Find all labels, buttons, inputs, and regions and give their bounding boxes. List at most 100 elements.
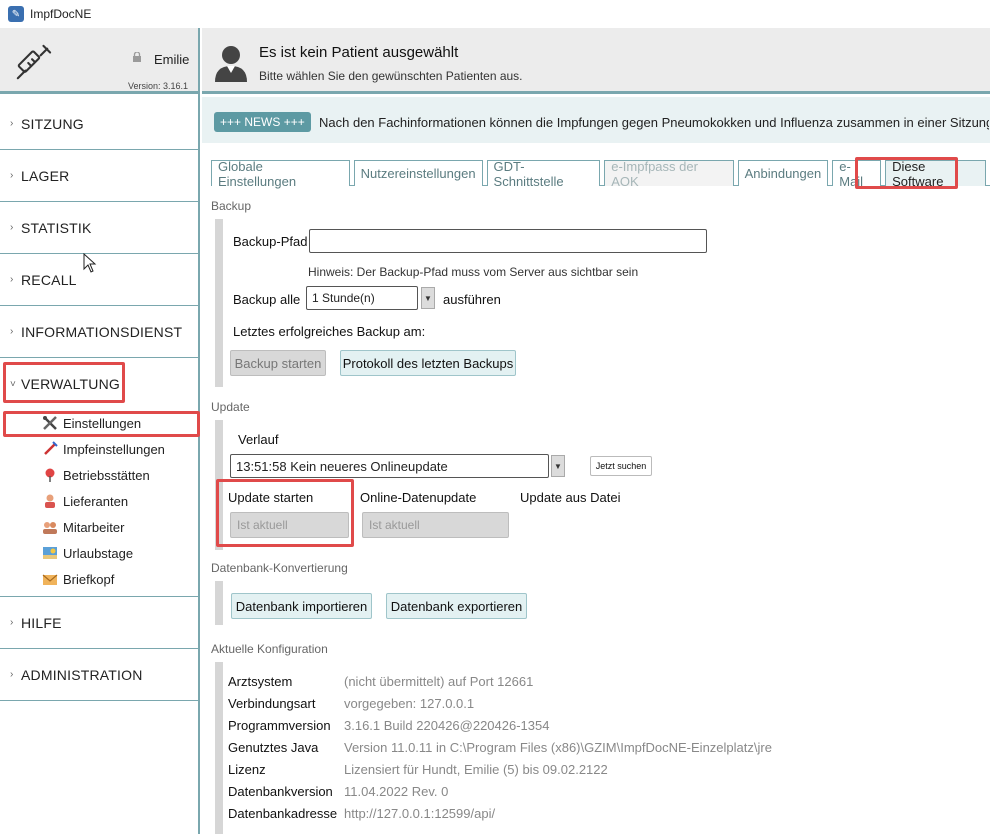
online-update-label: Online-Datenupdate <box>360 490 477 505</box>
chevron-right-icon: › <box>10 118 14 129</box>
config-label: Programmversion <box>228 718 331 733</box>
settings-tabs: Globale Einstellungen Nutzereinstellunge… <box>211 159 990 189</box>
chevron-right-icon: › <box>10 326 14 337</box>
subitem-mitarbeiter-label: Mitarbeiter <box>63 519 125 535</box>
news-text: Nach den Fachinformationen können die Im… <box>319 115 989 130</box>
config-label: Arztsystem <box>228 674 293 689</box>
backup-interval-dropdown-icon[interactable]: ▼ <box>421 287 435 309</box>
tab-gdt-schnittstelle[interactable]: GDT-Schnittstelle <box>486 159 601 189</box>
config-label: Datenbankversion <box>228 784 333 799</box>
chevron-right-icon: › <box>10 222 14 233</box>
backup-last-label: Letztes erfolgreiches Backup am: <box>233 324 426 339</box>
nav-hilfe[interactable]: › HILFE <box>0 597 198 649</box>
user-box: Emilie Version: 3.16.1 <box>0 28 198 94</box>
chevron-right-icon: › <box>10 617 14 628</box>
backup-interval-suffix: ausführen <box>443 292 501 307</box>
backup-hint: Hinweis: Der Backup-Pfad muss vom Server… <box>308 265 639 279</box>
update-section-title: Update <box>211 400 250 414</box>
nav-administration-label: ADMINISTRATION <box>21 666 143 683</box>
letter-icon <box>42 574 58 585</box>
map-pin-icon <box>45 468 55 482</box>
backup-interval-select[interactable]: 1 Stunde(n) <box>306 286 418 310</box>
mouse-cursor-icon <box>83 253 97 273</box>
nav-hilfe-label: HILFE <box>21 614 62 631</box>
patient-subtitle: Bitte wählen Sie den gewünschten Patient… <box>259 69 523 83</box>
backup-interval-label: Backup alle <box>233 292 301 307</box>
nav-informationsdienst-label: INFORMATIONSDIENST <box>21 323 183 340</box>
subitem-briefkopf[interactable]: Briefkopf <box>0 566 198 592</box>
syringe-logo-icon <box>16 44 52 80</box>
user-avatar-icon <box>215 46 247 82</box>
online-update-button[interactable]: Ist aktuell <box>362 512 509 538</box>
news-badge[interactable]: +++ NEWS +++ <box>214 112 311 132</box>
subitem-lieferanten[interactable]: Lieferanten <box>0 488 198 514</box>
subitem-impfeinstellungen-label: Impfeinstellungen <box>63 441 165 457</box>
chevron-down-icon: ˅ <box>10 378 17 390</box>
app-icon: ✎ <box>8 6 24 22</box>
subitem-betriebsstaetten-label: Betriebsstätten <box>63 467 150 483</box>
tab-globale-einstellungen[interactable]: Globale Einstellungen <box>211 159 350 189</box>
staff-icon <box>43 522 57 534</box>
nav-verwaltung-label: VERWALTUNG <box>21 376 120 392</box>
backup-section-title: Backup <box>211 199 252 213</box>
supplier-icon <box>45 494 55 508</box>
config-value: Lizensiert für Hundt, Emilie (5) bis 09.… <box>344 762 608 777</box>
config-section-title: Aktuelle Konfiguration <box>211 642 328 656</box>
chevron-right-icon: › <box>10 170 14 181</box>
subitem-mitarbeiter[interactable]: Mitarbeiter <box>0 514 198 540</box>
tab-nutzereinstellungen[interactable]: Nutzereinstellungen <box>353 160 483 186</box>
nav-lager[interactable]: › LAGER <box>0 150 198 202</box>
nav-recall[interactable]: › RECALL <box>0 254 198 306</box>
tab-diese-software[interactable]: Diese Software <box>885 159 986 189</box>
nav-informationsdienst[interactable]: › INFORMATIONSDIENST <box>0 306 198 358</box>
lock-icon <box>133 52 141 62</box>
nav-administration[interactable]: › ADMINISTRATION <box>0 649 198 701</box>
left-panel: Emilie Version: 3.16.1 › SITZUNG › LAGER… <box>0 28 200 834</box>
chevron-right-icon: › <box>10 274 14 285</box>
config-value: 11.04.2022 Rev. 0 <box>344 784 449 799</box>
update-start-button[interactable]: Ist aktuell <box>230 512 349 538</box>
config-label: Lizenz <box>228 762 266 777</box>
backup-path-input[interactable] <box>309 229 707 253</box>
config-value: (nicht übermittelt) auf Port 12661 <box>344 674 534 689</box>
patient-header: Es ist kein Patient ausgewählt Bitte wäh… <box>202 28 990 94</box>
nav-sitzung-label: SITZUNG <box>21 115 84 132</box>
version-label: Version: 3.16.1 <box>127 81 188 91</box>
tab-anbindungen[interactable]: Anbindungen <box>737 160 829 186</box>
patient-title: Es ist kein Patient ausgewählt <box>259 44 459 61</box>
nav-verwaltung[interactable]: ˅ VERWALTUNG <box>0 358 198 410</box>
nav-statistik[interactable]: › STATISTIK <box>0 202 198 254</box>
update-history-label: Verlauf <box>238 432 279 447</box>
tab-e-mail[interactable]: e-Mail <box>832 159 882 189</box>
window-title: ImpfDocNE <box>30 7 92 21</box>
backup-path-label: Backup-Pfad <box>233 234 308 249</box>
update-start-label: Update starten <box>228 490 314 505</box>
news-bar: +++ NEWS +++ Nach den Fachinformationen … <box>202 97 990 143</box>
backup-protocol-button[interactable]: Protokoll des letzten Backups <box>340 350 516 376</box>
database-import-button[interactable]: Datenbank importieren <box>231 593 372 619</box>
database-section-title: Datenbank-Konvertierung <box>211 561 348 575</box>
update-history-dropdown-icon[interactable]: ▼ <box>551 455 565 477</box>
config-label: Datenbankadresse <box>228 806 338 821</box>
check-now-button[interactable]: Jetzt suchen <box>590 456 652 476</box>
subitem-impfeinstellungen[interactable]: Impfeinstellungen <box>0 436 198 462</box>
chevron-right-icon: › <box>10 669 14 680</box>
config-value: 3.16.1 Build 220426@220426-1354 <box>344 718 550 733</box>
config-label: Verbindungsart <box>228 696 316 711</box>
update-history-select[interactable]: 13:51:58 Kein neueres Onlineupdate <box>230 454 549 478</box>
config-value: http://127.0.0.1:12599/api/ <box>344 806 496 821</box>
backup-start-button[interactable]: Backup starten <box>230 350 326 376</box>
config-value: vorgegeben: 127.0.0.1 <box>344 696 475 711</box>
database-export-button[interactable]: Datenbank exportieren <box>386 593 527 619</box>
tab-e-impfpass[interactable]: e-Impfpass der AOK <box>604 159 734 189</box>
subitem-einstellungen-label: Einstellungen <box>63 415 142 431</box>
subitem-urlaubstage[interactable]: Urlaubstage <box>0 540 198 566</box>
subitem-lieferanten-label: Lieferanten <box>63 493 129 509</box>
verwaltung-submenu: Einstellungen Impfeinstellungen Betriebs… <box>0 410 198 597</box>
username: Emilie <box>154 52 190 67</box>
syringe-icon <box>44 441 58 455</box>
subitem-betriebsstaetten[interactable]: Betriebsstätten <box>0 462 198 488</box>
nav-sitzung[interactable]: › SITZUNG <box>0 98 198 150</box>
subitem-einstellungen[interactable]: Einstellungen <box>0 410 198 436</box>
subitem-urlaubstage-label: Urlaubstage <box>63 545 134 561</box>
